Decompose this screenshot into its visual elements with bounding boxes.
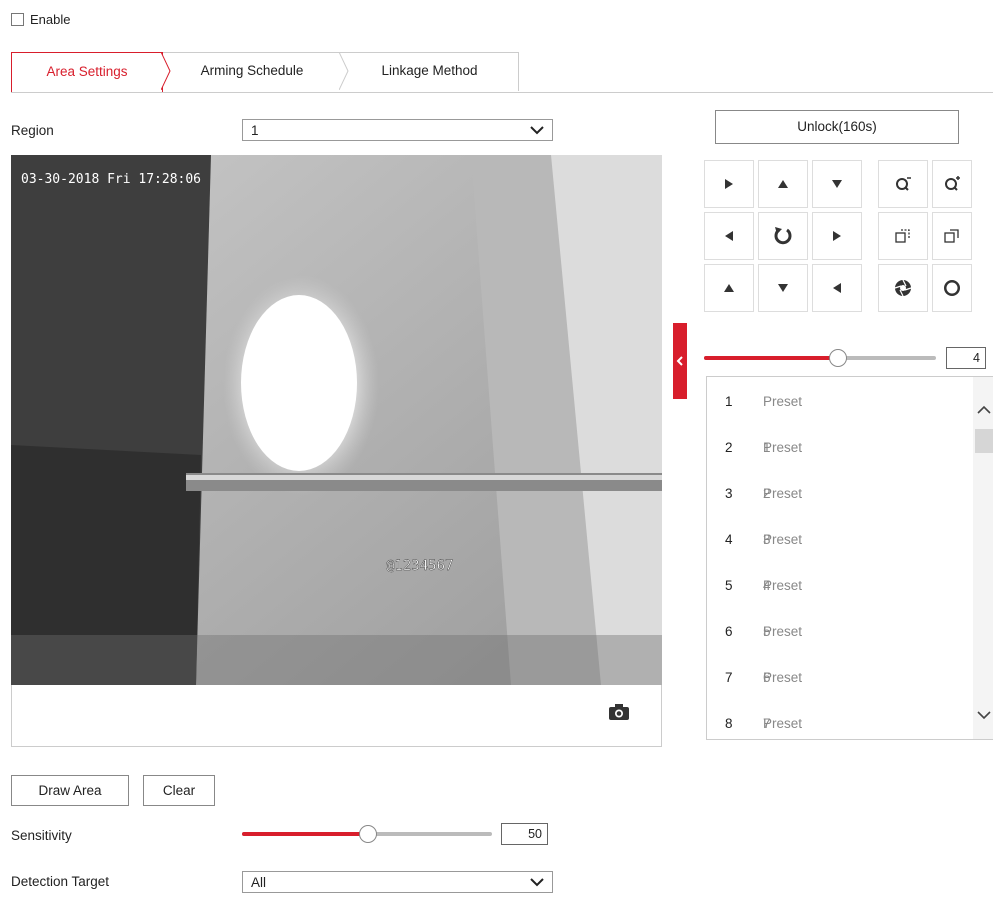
- live-video[interactable]: 03-30-2018 Fri 17:28:06 @1234567: [11, 155, 662, 685]
- draw-area-button[interactable]: Draw Area: [11, 775, 129, 806]
- tab-area-settings[interactable]: Area Settings: [11, 52, 163, 92]
- arrow-up-icon[interactable]: [758, 160, 808, 208]
- chevron-down-icon: [530, 877, 544, 886]
- enable-checkbox[interactable]: [11, 13, 24, 26]
- focus-far-icon[interactable]: [932, 212, 972, 260]
- preset-scrollbar[interactable]: [973, 377, 993, 739]
- detection-target-label: Detection Target: [11, 874, 110, 889]
- enable-checkbox-row[interactable]: Enable: [11, 12, 70, 27]
- sensitivity-fill: [242, 832, 367, 836]
- zoom-in-icon[interactable]: [932, 160, 972, 208]
- sensitivity-label: Sensitivity: [11, 828, 72, 843]
- region-label: Region: [11, 123, 54, 138]
- arrow-up-left-icon[interactable]: [704, 160, 754, 208]
- detection-target-value: All: [251, 874, 267, 890]
- rotate-icon[interactable]: [758, 212, 808, 260]
- chevron-down-icon[interactable]: [977, 711, 991, 720]
- arrow-left-icon[interactable]: [704, 212, 754, 260]
- arrow-up-right-icon[interactable]: [812, 160, 862, 208]
- arrow-down-left-icon[interactable]: [704, 264, 754, 312]
- camera-feed-image: 03-30-2018 Fri 17:28:06 @1234567: [11, 155, 662, 685]
- ptz-speed-value[interactable]: 4: [946, 347, 986, 369]
- video-overlay-text: @1234567: [386, 558, 453, 574]
- detection-target-select[interactable]: All: [242, 871, 553, 893]
- sensitivity-thumb[interactable]: [359, 825, 377, 843]
- arrow-down-right-icon[interactable]: [812, 264, 862, 312]
- region-select[interactable]: 1: [242, 119, 553, 141]
- iris-open-icon[interactable]: [932, 264, 972, 312]
- enable-label: Enable: [30, 12, 71, 27]
- ptz-speed-fill: [704, 356, 837, 360]
- unlock-button[interactable]: Unlock(160s): [715, 110, 959, 144]
- sensitivity-slider[interactable]: [242, 825, 492, 843]
- video-toolbar: [11, 685, 662, 747]
- arrow-down-icon[interactable]: [758, 264, 808, 312]
- chevron-down-icon: [530, 125, 544, 134]
- tab-linkage-method[interactable]: Linkage Method: [342, 52, 517, 90]
- iris-close-icon[interactable]: [878, 264, 928, 312]
- clear-button[interactable]: Clear: [143, 775, 215, 806]
- video-timestamp: 03-30-2018 Fri 17:28:06: [21, 172, 201, 187]
- arrow-right-icon[interactable]: [812, 212, 862, 260]
- chevron-up-icon[interactable]: [977, 405, 991, 414]
- tab-arming-schedule[interactable]: Arming Schedule: [162, 52, 342, 90]
- region-value: 1: [251, 122, 259, 138]
- focus-near-icon[interactable]: [878, 212, 928, 260]
- zoom-out-icon[interactable]: [878, 160, 928, 208]
- preset-list: 1 Preset 1 2 Preset 2 3 Preset 3 4 Preset 4 …: [706, 376, 993, 740]
- scrollbar-thumb[interactable]: [975, 429, 993, 453]
- ptz-speed-slider[interactable]: [704, 349, 936, 367]
- chevron-left-icon: [676, 356, 683, 366]
- ptz-speed-thumb[interactable]: [828, 349, 847, 367]
- camera-snapshot-icon[interactable]: [608, 703, 630, 721]
- sensitivity-value[interactable]: 50: [501, 823, 548, 845]
- ptz-collapse-handle[interactable]: [673, 323, 687, 399]
- tab-bar: Area Settings Arming Schedule Linkage Me…: [11, 52, 993, 93]
